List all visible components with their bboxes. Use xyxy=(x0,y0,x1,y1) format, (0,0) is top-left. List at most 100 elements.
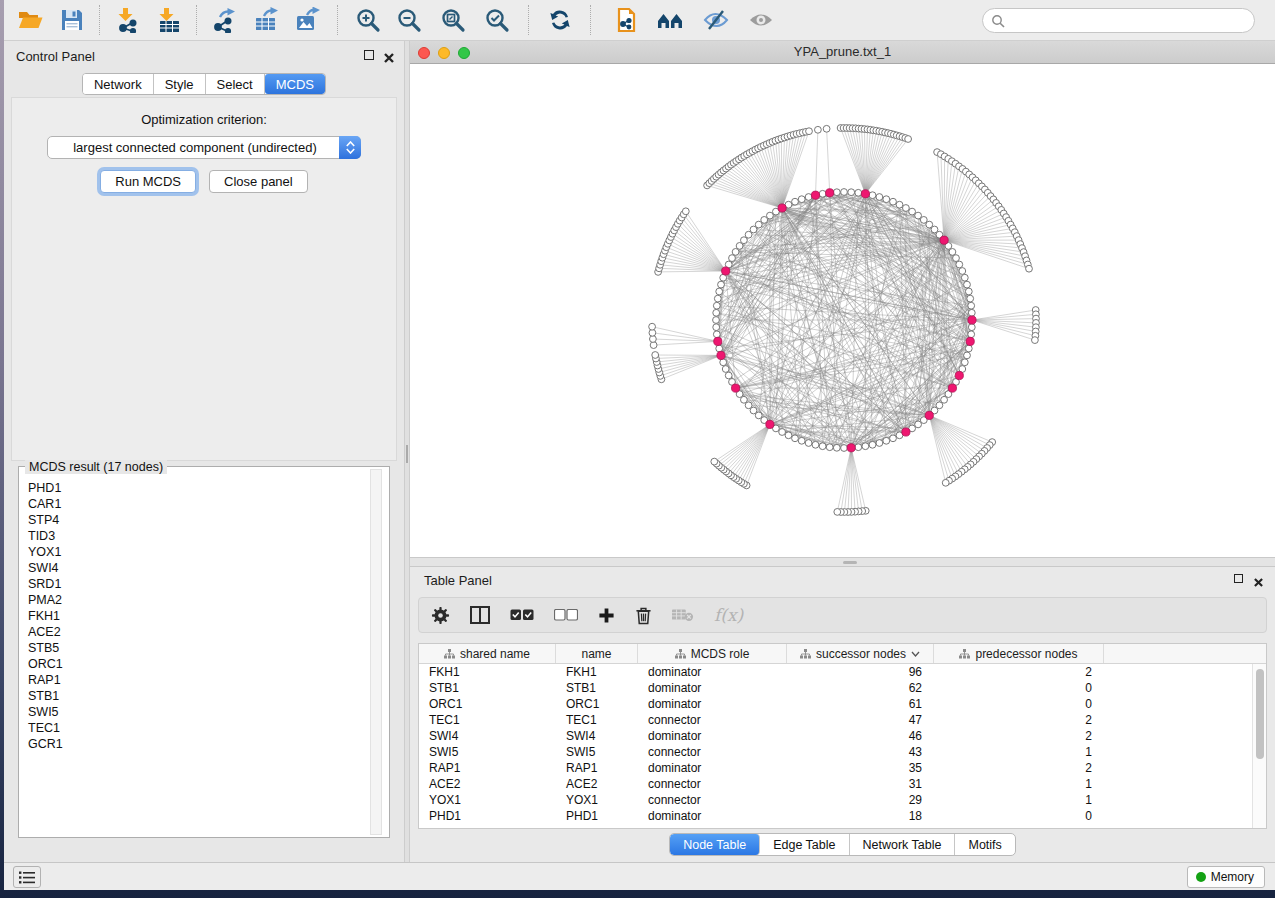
table-row[interactable]: STB1STB1dominator620 xyxy=(419,680,1252,696)
cell[interactable]: dominator xyxy=(638,760,787,776)
cell[interactable]: PHD1 xyxy=(556,808,638,824)
mcds-result-item[interactable]: STB1 xyxy=(28,688,367,704)
cell[interactable]: RAP1 xyxy=(419,760,556,776)
mcds-result-item[interactable]: STB5 xyxy=(28,640,367,656)
cell[interactable]: connector xyxy=(638,792,787,808)
table-float-icon[interactable] xyxy=(1234,574,1243,583)
mcds-result-item[interactable]: SWI4 xyxy=(28,560,367,576)
table-row[interactable]: RAP1RAP1dominator352 xyxy=(419,760,1252,776)
export-network-icon[interactable] xyxy=(204,3,245,37)
column-header-MCDS-role[interactable]: MCDS role xyxy=(638,644,787,663)
cell[interactable]: YOX1 xyxy=(419,792,556,808)
import-network-icon[interactable] xyxy=(107,3,148,37)
horizontal-splitter[interactable] xyxy=(410,557,1275,567)
tab-network-table[interactable]: Network Table xyxy=(850,834,956,855)
cell[interactable]: dominator xyxy=(638,664,787,680)
run-mcds-button[interactable]: Run MCDS xyxy=(100,170,196,193)
cell[interactable]: 1 xyxy=(934,776,1104,792)
mcds-result-item[interactable]: TEC1 xyxy=(28,720,367,736)
close-panel-icon[interactable] xyxy=(384,49,394,67)
cell[interactable]: dominator xyxy=(638,728,787,744)
cell[interactable]: dominator xyxy=(638,696,787,712)
show-column-panel-icon[interactable] xyxy=(470,604,490,626)
open-session-icon[interactable] xyxy=(10,3,51,37)
cell[interactable]: dominator xyxy=(638,808,787,824)
table-row[interactable]: SWI4SWI4dominator462 xyxy=(419,728,1252,744)
cell[interactable]: connector xyxy=(638,776,787,792)
cell[interactable]: TEC1 xyxy=(556,712,638,728)
mcds-result-item[interactable]: SRD1 xyxy=(28,576,367,592)
mcds-result-item[interactable]: RAP1 xyxy=(28,672,367,688)
criterion-dropdown[interactable]: largest connected component (undirected) xyxy=(47,136,361,159)
cell[interactable]: 1 xyxy=(934,744,1104,760)
cell[interactable]: 0 xyxy=(934,696,1104,712)
tab-node-table[interactable]: Node Table xyxy=(670,834,760,855)
mcds-result-item[interactable]: ACE2 xyxy=(28,624,367,640)
cell[interactable]: ORC1 xyxy=(419,696,556,712)
search-input[interactable] xyxy=(982,8,1255,33)
mcds-result-item[interactable]: YOX1 xyxy=(28,544,367,560)
table-scrollbar-thumb[interactable] xyxy=(1256,669,1264,759)
cell[interactable]: 2 xyxy=(934,728,1104,744)
mcds-result-item[interactable]: STP4 xyxy=(28,512,367,528)
table-row[interactable]: PHD1PHD1dominator180 xyxy=(419,808,1252,824)
tab-style[interactable]: Style xyxy=(154,74,206,94)
cell[interactable]: 18 xyxy=(787,808,934,824)
show-graphics-details-icon[interactable] xyxy=(740,3,781,37)
splitter-handle-icon[interactable] xyxy=(843,561,857,564)
cell[interactable]: ACE2 xyxy=(556,776,638,792)
zoom-fit-icon[interactable] xyxy=(433,3,474,37)
cell[interactable]: ORC1 xyxy=(556,696,638,712)
table-row[interactable]: TEC1TEC1connector472 xyxy=(419,712,1252,728)
tab-edge-table[interactable]: Edge Table xyxy=(760,834,849,855)
mcds-result-item[interactable]: CAR1 xyxy=(28,496,367,512)
cell[interactable]: SWI4 xyxy=(556,728,638,744)
cell[interactable]: ACE2 xyxy=(419,776,556,792)
unselect-all-columns-icon[interactable] xyxy=(554,604,578,626)
table-row[interactable]: SWI5SWI5connector431 xyxy=(419,744,1252,760)
tab-mcds[interactable]: MCDS xyxy=(265,74,325,94)
search-network-icon[interactable] xyxy=(650,3,691,37)
table-row[interactable]: YOX1YOX1connector291 xyxy=(419,792,1252,808)
column-header-name[interactable]: name xyxy=(556,644,638,663)
tab-motifs[interactable]: Motifs xyxy=(955,834,1014,855)
cell[interactable]: 2 xyxy=(934,664,1104,680)
create-column-icon[interactable] xyxy=(598,604,615,626)
window-minimize-icon[interactable] xyxy=(438,47,450,59)
tab-network[interactable]: Network xyxy=(83,74,154,94)
column-header-shared-name[interactable]: shared name xyxy=(419,644,556,663)
cell[interactable]: 47 xyxy=(787,712,934,728)
network-window-titlebar[interactable]: YPA_prune.txt_1 xyxy=(410,41,1275,64)
cell[interactable]: dominator xyxy=(638,680,787,696)
window-close-icon[interactable] xyxy=(418,47,430,59)
network-graph[interactable] xyxy=(410,64,1275,557)
column-header-predecessor-nodes[interactable]: predecessor nodes xyxy=(934,644,1104,663)
table-row[interactable]: ACE2ACE2connector311 xyxy=(419,776,1252,792)
cell[interactable]: 62 xyxy=(787,680,934,696)
cell[interactable]: connector xyxy=(638,744,787,760)
cell[interactable]: PHD1 xyxy=(419,808,556,824)
cell[interactable]: 2 xyxy=(934,760,1104,776)
save-session-icon[interactable] xyxy=(51,3,92,37)
delete-column-icon[interactable] xyxy=(635,604,652,626)
cell[interactable]: 46 xyxy=(787,728,934,744)
mcds-list-scrollbar[interactable] xyxy=(370,469,382,835)
cell[interactable]: connector xyxy=(638,712,787,728)
cell[interactable]: 43 xyxy=(787,744,934,760)
cell[interactable]: FKH1 xyxy=(556,664,638,680)
table-settings-gear-icon[interactable] xyxy=(431,604,450,626)
cell[interactable]: SWI5 xyxy=(419,744,556,760)
zoom-selected-icon[interactable] xyxy=(477,3,518,37)
tab-select[interactable]: Select xyxy=(206,74,265,94)
table-row[interactable]: FKH1FKH1dominator962 xyxy=(419,664,1252,680)
cell[interactable]: 0 xyxy=(934,808,1104,824)
cell[interactable]: FKH1 xyxy=(419,664,556,680)
cell[interactable]: RAP1 xyxy=(556,760,638,776)
apply-layout-icon[interactable] xyxy=(539,3,580,37)
window-zoom-icon[interactable] xyxy=(458,47,470,59)
hide-graphics-details-icon[interactable] xyxy=(695,3,736,37)
zoom-in-icon[interactable] xyxy=(348,3,389,37)
cell[interactable]: YOX1 xyxy=(556,792,638,808)
zoom-out-icon[interactable] xyxy=(389,3,430,37)
table-scrollbar[interactable] xyxy=(1252,664,1266,828)
